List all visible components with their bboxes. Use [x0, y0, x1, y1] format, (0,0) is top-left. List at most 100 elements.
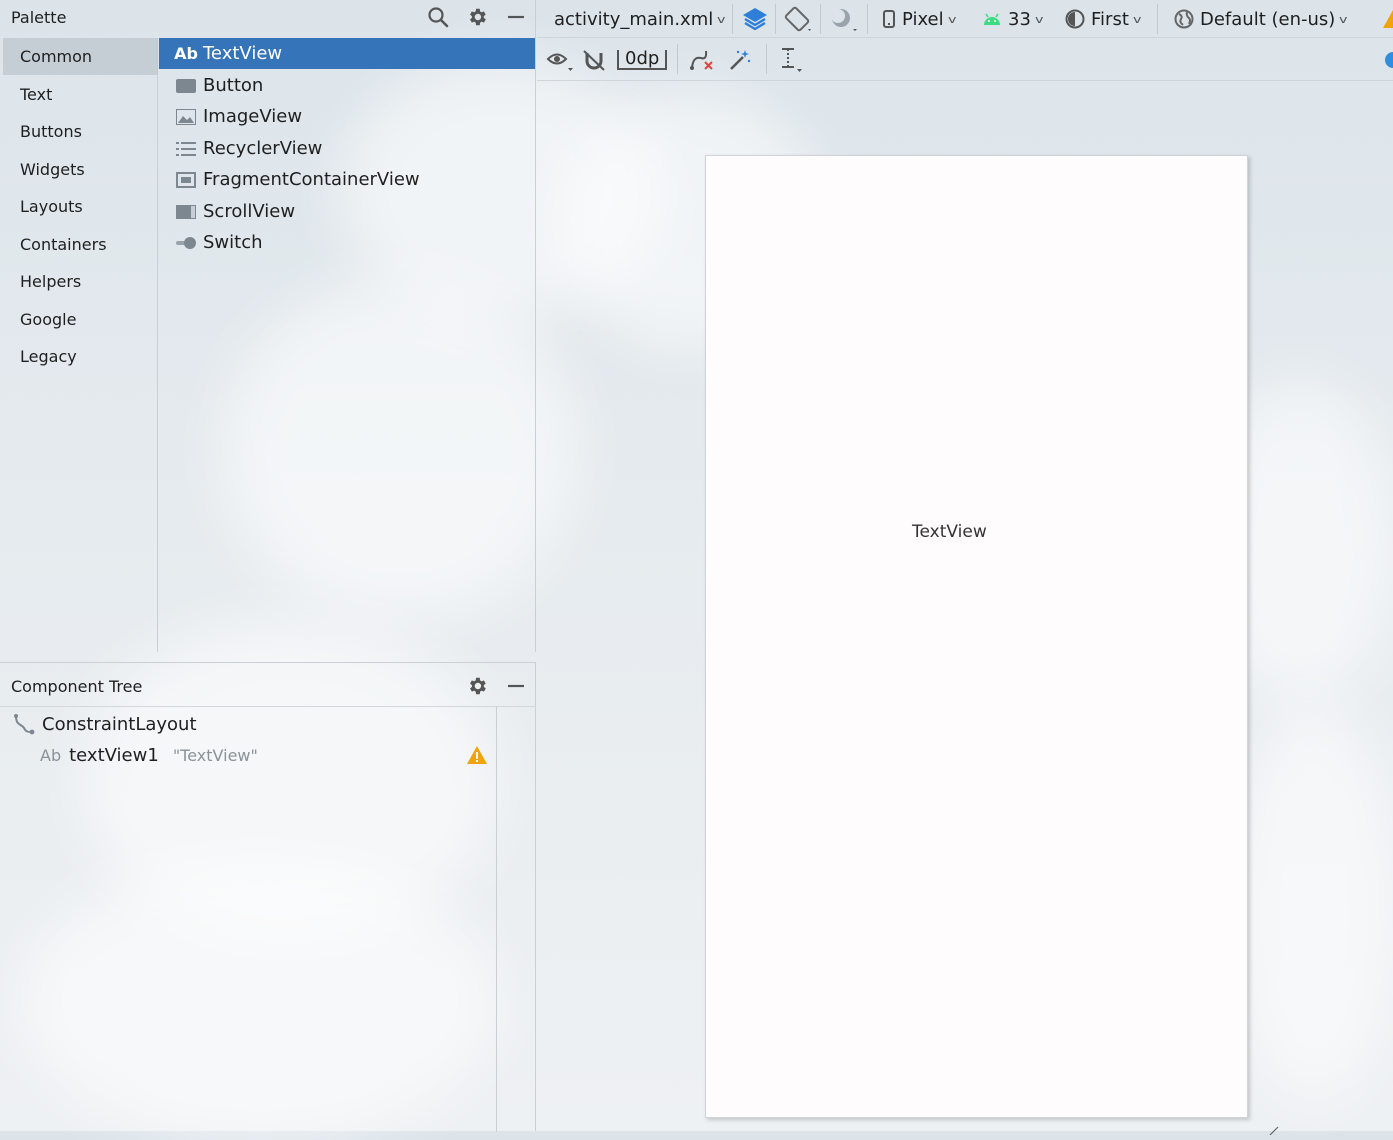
theme-selector[interactable]: First v — [1065, 5, 1142, 33]
category-containers[interactable]: Containers — [3, 226, 158, 263]
palette-category-list: Common Text Buttons Widgets Layouts Cont… — [3, 38, 158, 652]
default-margin-button[interactable]: 0dp — [617, 46, 668, 74]
widget-fragmentcontainerview[interactable]: FragmentContainerView — [159, 164, 535, 195]
category-legacy[interactable]: Legacy — [3, 338, 158, 375]
device-name: Pixel — [902, 8, 944, 30]
locale-selector[interactable]: Default (en-us) v — [1174, 5, 1348, 33]
recyclerview-icon — [175, 140, 197, 158]
widget-scrollview[interactable]: ScrollView — [159, 196, 535, 227]
autoconnect-button[interactable] — [582, 46, 606, 74]
view-options-button[interactable] — [546, 46, 574, 74]
minimize-icon[interactable] — [504, 5, 528, 29]
toolbar-divider — [775, 4, 776, 34]
palette-title: Palette — [11, 8, 67, 27]
category-widgets[interactable]: Widgets — [3, 151, 158, 188]
design-surface-button[interactable] — [741, 5, 769, 33]
scrollview-icon — [175, 203, 197, 221]
rotate-icon — [783, 5, 813, 33]
tree-node-textview1[interactable]: Ab textView1 "TextView" — [40, 742, 258, 768]
device-selector[interactable]: Pixel v — [883, 5, 957, 33]
api-level: 33 — [1008, 8, 1031, 30]
widget-textview[interactable]: Ab TextView — [159, 38, 535, 69]
category-layouts[interactable]: Layouts — [3, 188, 158, 225]
category-text[interactable]: Text — [3, 76, 158, 113]
category-helpers[interactable]: Helpers — [3, 263, 158, 300]
minimize-icon[interactable] — [504, 674, 528, 698]
orientation-button[interactable] — [783, 5, 813, 33]
magic-wand-icon — [728, 48, 752, 72]
clear-constraints-button[interactable] — [689, 46, 715, 74]
eye-icon — [546, 47, 574, 73]
chevron-down-icon: v — [1339, 12, 1348, 26]
guidelines-button[interactable] — [778, 46, 804, 74]
palette-widget-list: Ab TextView Button ImageView RecyclerVie… — [159, 38, 536, 652]
api-level-selector[interactable]: 33 v — [982, 5, 1044, 33]
layout-toolbar: 0dp — [537, 38, 1393, 81]
info-icon[interactable] — [1385, 52, 1393, 68]
toolbar-divider — [820, 4, 821, 34]
category-common[interactable]: Common — [3, 38, 158, 75]
margin-value: 0dp — [617, 50, 668, 70]
chevron-down-icon: v — [1132, 12, 1142, 26]
widget-label: Switch — [203, 232, 263, 253]
resize-handle-icon[interactable] — [1268, 1120, 1280, 1136]
fragment-container-icon — [175, 171, 197, 189]
android-icon — [982, 12, 1002, 26]
tree-node-value: "TextView" — [172, 745, 258, 765]
widget-button[interactable]: Button — [159, 70, 535, 101]
toolbar-divider — [766, 44, 767, 74]
component-tree-header: Component Tree — [0, 663, 536, 707]
warning-icon[interactable] — [466, 744, 488, 766]
clear-constraints-icon — [689, 48, 715, 72]
globe-icon — [1174, 9, 1194, 29]
widget-label: FragmentContainerView — [203, 169, 420, 190]
phone-icon — [883, 10, 895, 28]
chevron-down-icon: v — [717, 12, 726, 26]
widget-label: Button — [203, 75, 264, 96]
night-mode-button[interactable] — [829, 5, 859, 33]
tree-node-label: textView1 — [69, 744, 159, 766]
textview-icon: Ab — [174, 44, 198, 63]
search-icon[interactable] — [426, 5, 450, 29]
guidelines-icon — [778, 46, 804, 74]
widget-imageview[interactable]: ImageView — [159, 101, 535, 132]
gear-icon[interactable] — [465, 5, 489, 29]
component-tree-body: ConstraintLayout Ab textView1 "TextView" — [0, 707, 497, 1132]
design-toolbar: activity_main.xml v Pixel v 33 v First v… — [537, 0, 1393, 38]
component-tree-title: Component Tree — [11, 677, 143, 696]
locale-name: Default (en-us) — [1200, 8, 1336, 30]
widget-label: TextView — [203, 43, 283, 64]
widget-recyclerview[interactable]: RecyclerView — [159, 133, 535, 164]
tree-node-label: ConstraintLayout — [42, 713, 197, 735]
widget-label: ScrollView — [203, 201, 296, 222]
chevron-down-icon: v — [947, 12, 957, 26]
device-preview[interactable] — [705, 155, 1248, 1118]
layers-icon — [741, 6, 769, 32]
file-selector[interactable]: activity_main.xml v — [554, 5, 726, 33]
imageview-icon — [175, 108, 197, 126]
file-name: activity_main.xml — [554, 8, 714, 30]
widget-label: RecyclerView — [203, 138, 323, 159]
toolbar-divider — [677, 44, 678, 74]
chevron-down-icon: v — [1034, 12, 1044, 26]
infer-constraints-button[interactable] — [728, 46, 752, 74]
widget-switch[interactable]: Switch — [159, 227, 535, 258]
night-mode-icon — [829, 5, 859, 33]
widget-label: ImageView — [203, 106, 303, 127]
textview-icon: Ab — [40, 745, 62, 765]
theme-name: First — [1091, 8, 1129, 30]
tree-node-constraintlayout[interactable]: ConstraintLayout — [13, 711, 197, 737]
category-google[interactable]: Google — [3, 301, 158, 338]
preview-textview[interactable]: TextView — [912, 522, 987, 542]
toolbar-divider — [732, 4, 733, 34]
category-buttons[interactable]: Buttons — [3, 113, 158, 150]
switch-icon — [175, 234, 197, 252]
palette-panel: Palette Common Text Buttons Widgets Layo… — [0, 0, 536, 652]
palette-header: Palette — [0, 0, 536, 38]
toolbar-divider — [867, 4, 868, 34]
toolbar-divider — [1157, 4, 1158, 34]
gear-icon[interactable] — [465, 674, 489, 698]
warning-icon[interactable] — [1383, 10, 1393, 28]
component-tree-panel: Component Tree ConstraintLayout Ab textV… — [0, 662, 536, 1132]
magnet-off-icon — [582, 48, 606, 72]
